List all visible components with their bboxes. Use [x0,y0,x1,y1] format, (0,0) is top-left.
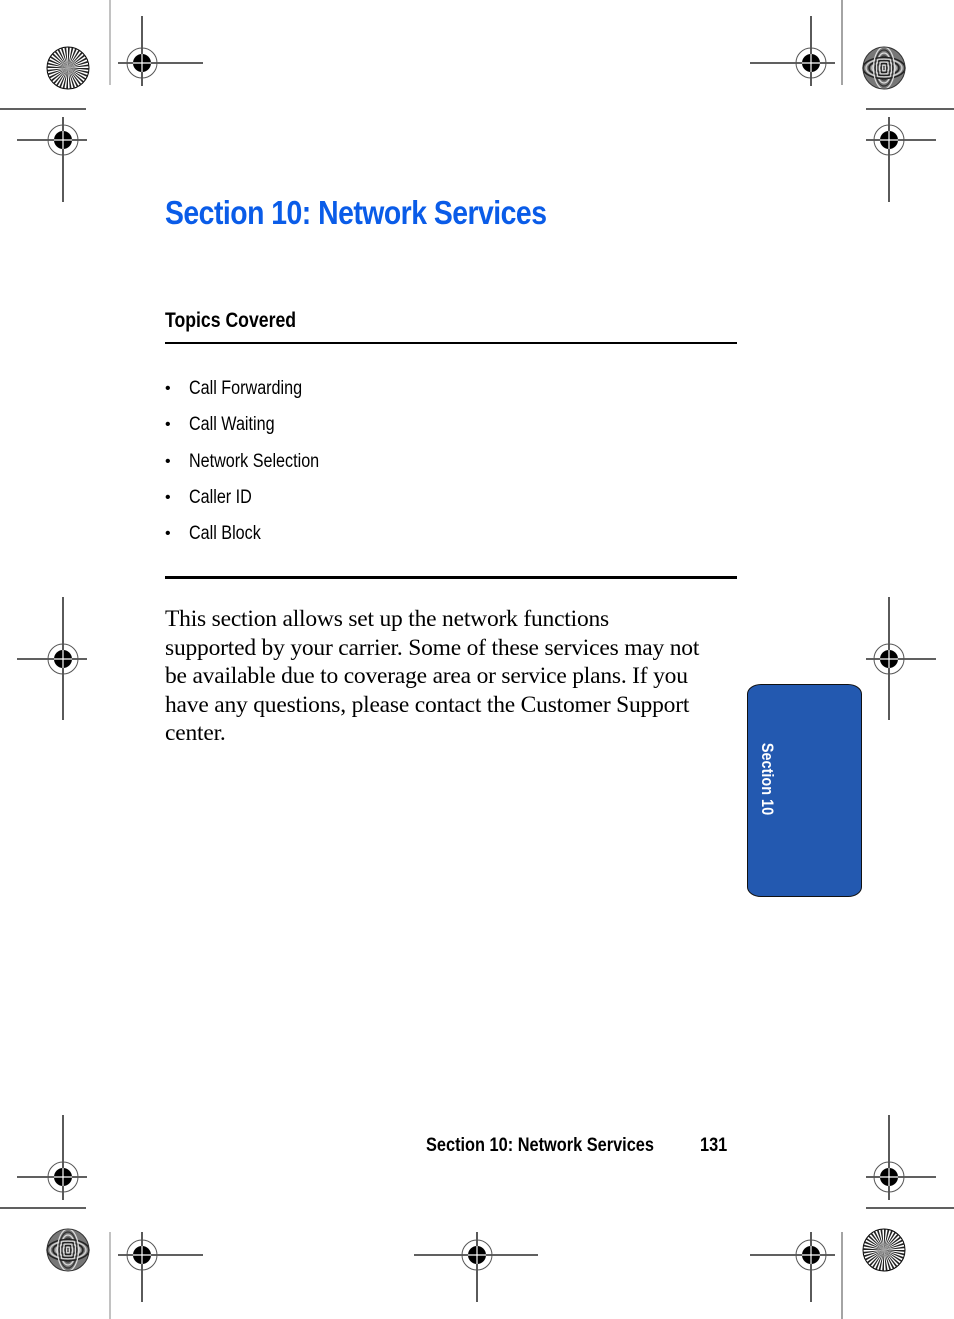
topic-label: Call Waiting [189,414,275,436]
bullet-icon: • [165,452,171,470]
list-item: • Network Selection [165,444,342,480]
topic-label: Call Forwarding [189,378,303,400]
bullet-icon: • [165,525,171,543]
topic-label: Call Block [189,523,261,545]
section-tab[interactable]: Section 10 [747,684,862,897]
list-item: • Call Forwarding [165,371,342,407]
list-item: • Caller ID [165,480,342,516]
paragraph-line: center. [165,720,226,747]
crosshair-target-icon [866,1115,936,1200]
list-item: • Call Waiting [165,407,342,443]
divider [165,342,737,344]
topics-list: • Call Forwarding • Call Waiting • Network … [165,371,342,552]
moire-target-icon [862,46,906,90]
crosshair-target-icon [750,16,835,86]
moire-target-icon [46,1228,90,1272]
page-number: 131 [700,1135,728,1156]
bullet-icon: • [165,380,171,398]
page-title: Section 10: Network Services [165,194,547,231]
paragraph-line: supported by your carrier. Some of these… [165,634,700,661]
crosshair-target-icon [118,1232,203,1302]
topics-heading: Topics Covered [165,309,297,332]
crosshair-target-icon [866,597,936,720]
bullet-icon: • [165,489,171,507]
crosshair-target-icon [866,117,936,202]
crosshair-target-icon [17,1115,87,1200]
starburst-target-icon [862,1228,906,1272]
paragraph-line: This section allows set up the network f… [165,606,610,632]
crosshair-target-icon [17,117,87,202]
crosshair-target-icon [17,597,87,720]
footer-section-title: Section 10: Network Services [426,1135,654,1156]
crosshair-target-icon [750,1232,835,1302]
crosshair-target-icon [118,16,203,86]
bullet-icon: • [165,416,171,434]
section-tab-label: Section 10 [757,742,777,815]
crosshair-target-icon [414,1232,538,1302]
divider [165,576,737,579]
list-item: • Call Block [165,516,342,552]
starburst-target-icon [46,46,90,90]
topic-label: Network Selection [189,450,320,472]
paragraph-line: be available due to coverage area or ser… [165,663,688,690]
paragraph-line: have any questions, please contact the C… [165,691,690,718]
intro-paragraph: This section allows set up the network f… [165,605,739,748]
topic-label: Caller ID [189,487,252,509]
